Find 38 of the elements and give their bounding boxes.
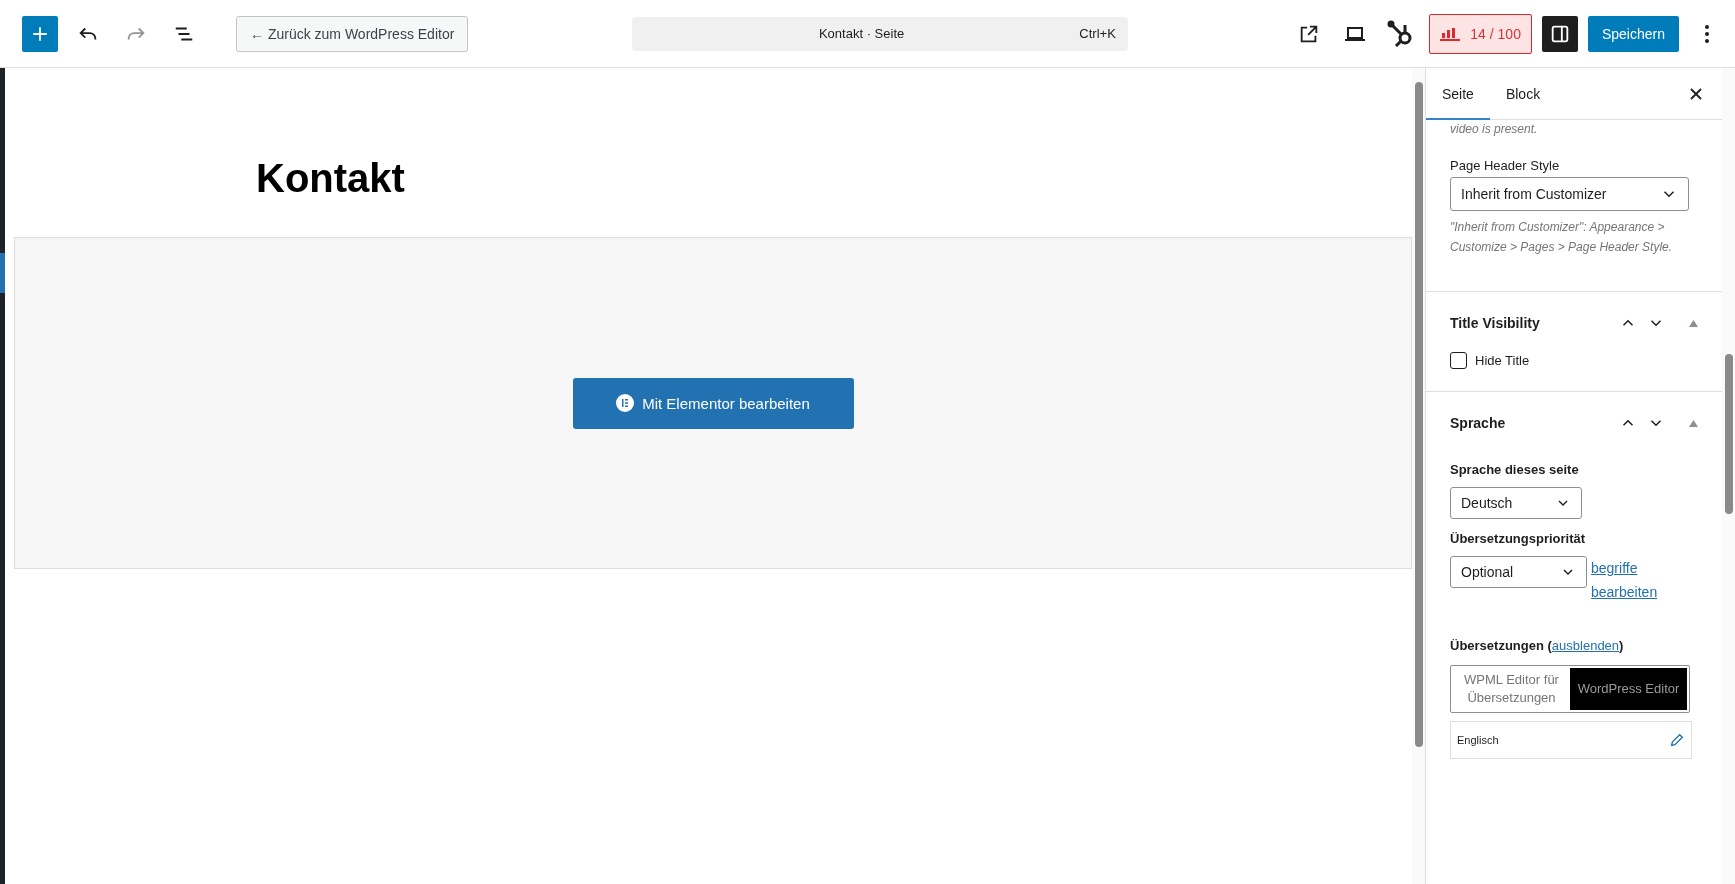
checkbox-label: Hide Title xyxy=(1475,353,1530,368)
elementor-edit-button[interactable]: Mit Elementor bearbeiten xyxy=(572,377,854,429)
plus-icon xyxy=(31,24,49,43)
field-label: Sprache dieses seite xyxy=(1450,462,1580,477)
field-label: Page Header Style xyxy=(1450,158,1561,173)
pencil-icon[interactable] xyxy=(1669,732,1685,748)
page-title: Kontakt xyxy=(256,156,406,201)
language-name: Englisch xyxy=(1457,734,1499,746)
help-text: video is present. xyxy=(1450,122,1539,136)
save-button[interactable]: Speichern xyxy=(1587,15,1679,52)
collapse-icon[interactable] xyxy=(1689,319,1698,327)
seo-score-button[interactable]: 14 / 100 xyxy=(1429,13,1532,54)
collapse-icon[interactable] xyxy=(1689,419,1698,427)
editor-option[interactable]: WordPress Editor xyxy=(1570,668,1687,710)
back-button[interactable]: ← Zurück zum WordPress Editor xyxy=(236,15,469,52)
header-style-select[interactable]: Inherit from Customizer xyxy=(1450,177,1689,211)
add-block-button[interactable] xyxy=(22,15,58,52)
close-icon xyxy=(1688,85,1704,102)
panel-title: Sprache xyxy=(1450,415,1507,431)
bar-chart-icon xyxy=(1440,26,1461,41)
checkbox[interactable] xyxy=(1450,352,1467,369)
scrollbar[interactable] xyxy=(1412,68,1425,884)
field-label: Übersetzungspriorität xyxy=(1450,531,1587,546)
language-select[interactable]: Deutsch xyxy=(1450,487,1582,519)
translations-heading: Übersetzungen (ausblenden) xyxy=(1450,638,1625,653)
sidebar-tab[interactable]: Block xyxy=(1489,68,1557,120)
help-text: "Inherit from Customizer": Appearance > Customize > Pages > Page Header Style. xyxy=(1450,219,1674,256)
priority-select[interactable]: Optional xyxy=(1450,556,1587,588)
command-bar[interactable]: Kontakt · Seite Ctrl+K xyxy=(631,16,1128,51)
sidebar-tab[interactable]: Seite xyxy=(1426,68,1490,120)
shortcut-hint: Ctrl+K xyxy=(1079,26,1116,41)
panel-title: Title Visibility xyxy=(1450,315,1541,331)
edit-terms-link[interactable]: begriffe bearbeiten xyxy=(1591,556,1687,604)
elementor-logo-icon xyxy=(616,394,635,412)
hide-link[interactable]: ausblenden xyxy=(1551,638,1620,653)
scrollbar[interactable] xyxy=(1722,68,1735,884)
settings-toggle-button[interactable] xyxy=(1541,15,1578,52)
more-icon xyxy=(1704,23,1710,44)
